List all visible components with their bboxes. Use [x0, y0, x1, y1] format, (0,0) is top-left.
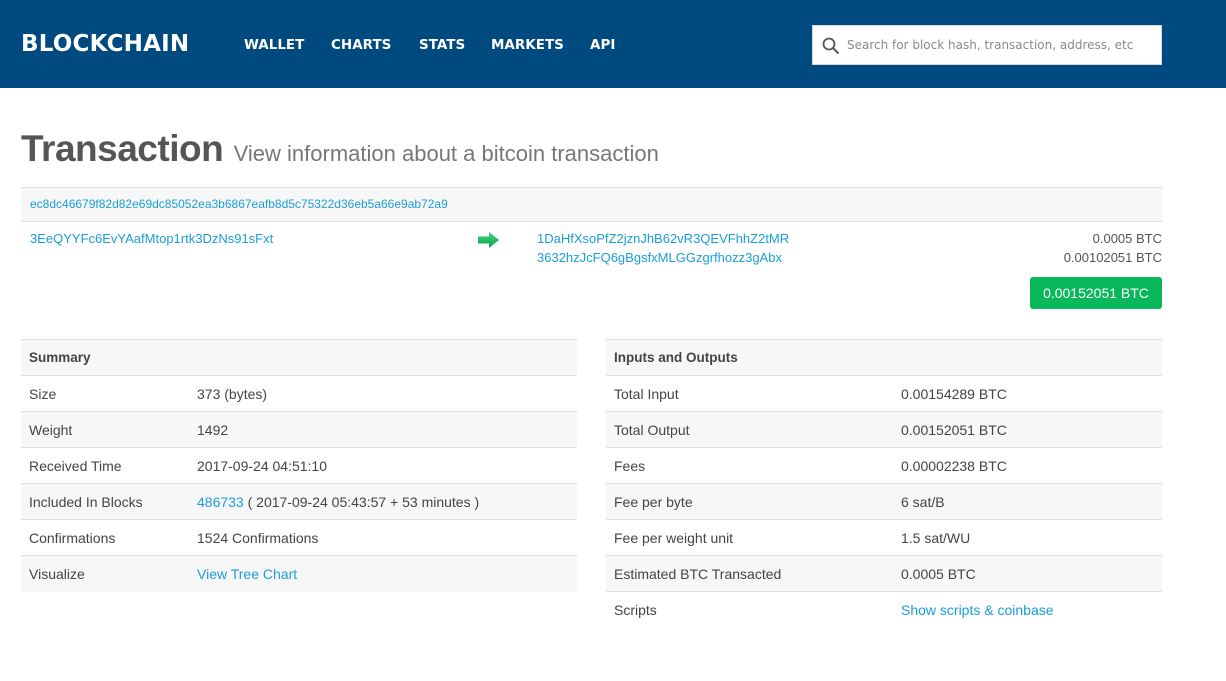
- inputs-outputs-table: Inputs and Outputs Total Input 0.0015428…: [606, 339, 1162, 628]
- tx-hash-row: ec8dc46679f82d82e69dc85052ea3b6867eafb8d…: [21, 187, 1162, 222]
- row-value: 0.00152051 BTC: [901, 421, 1007, 438]
- top-navbar: BLOCKCHAIN WALLET CHARTS STATS MARKETS A…: [0, 0, 1226, 88]
- table-row: Included In Blocks 486733 ( 2017-09-24 0…: [21, 483, 577, 520]
- view-tree-chart-link[interactable]: View Tree Chart: [197, 566, 297, 582]
- nav-item-api[interactable]: API: [590, 35, 615, 55]
- row-label: Visualize: [29, 565, 85, 582]
- row-label: Fee per byte: [614, 493, 693, 510]
- brand-logo[interactable]: BLOCKCHAIN: [21, 29, 189, 59]
- row-value: 0.00154289 BTC: [901, 385, 1007, 402]
- row-label: Scripts: [614, 601, 657, 618]
- row-value: 1492: [197, 421, 229, 438]
- table-row: Estimated BTC Transacted 0.0005 BTC: [606, 555, 1162, 592]
- table-row: Fees 0.00002238 BTC: [606, 447, 1162, 484]
- row-label: Total Output: [614, 421, 690, 438]
- nav-item-markets[interactable]: MARKETS: [491, 35, 564, 55]
- table-row: Visualize View Tree Chart: [21, 555, 577, 592]
- output-amount: 0.00102051 BTC: [1063, 250, 1162, 265]
- page-title: Transaction View information about a bit…: [21, 128, 659, 170]
- inputs-outputs-heading: Inputs and Outputs: [614, 350, 738, 365]
- nav-item-wallet[interactable]: WALLET: [244, 35, 304, 55]
- total-output-badge: 0.00152051 BTC: [1030, 277, 1162, 309]
- summary-table: Summary Size 373 (bytes) Weight 1492 Rec…: [21, 339, 577, 592]
- row-label: Confirmations: [29, 529, 116, 546]
- table-row: Received Time 2017-09-24 04:51:10: [21, 447, 577, 484]
- table-row: Confirmations 1524 Confirmations: [21, 519, 577, 556]
- page-subtitle: View information about a bitcoin transac…: [233, 141, 659, 166]
- search-input[interactable]: [847, 26, 1157, 64]
- row-label: Included In Blocks: [29, 493, 143, 510]
- output-address-link[interactable]: 3632hzJcFQ6gBgsfxMLGGzgrfhozz3gAbx: [537, 250, 782, 265]
- row-value: 1.5 sat/WU: [901, 529, 971, 546]
- row-label: Size: [29, 385, 57, 402]
- row-value: 6 sat/B: [901, 493, 945, 510]
- nav-item-charts[interactable]: CHARTS: [331, 35, 391, 55]
- table-row: Size 373 (bytes): [21, 375, 577, 412]
- row-value: 0.0005 BTC: [901, 565, 976, 582]
- table-row: Scripts Show scripts & coinbase: [606, 591, 1162, 628]
- table-row: Total Input 0.00154289 BTC: [606, 375, 1162, 412]
- table-header-row: Summary: [21, 339, 577, 376]
- table-row: Weight 1492: [21, 411, 577, 448]
- row-label: Received Time: [29, 457, 122, 474]
- table-row: Fee per weight unit 1.5 sat/WU: [606, 519, 1162, 556]
- block-time: ( 2017-09-24 05:43:57 + 53 minutes ): [243, 493, 480, 510]
- nav-item-stats[interactable]: STATS: [419, 35, 465, 55]
- row-label: Fee per weight unit: [614, 529, 734, 546]
- row-label: Weight: [29, 421, 73, 438]
- table-row: Total Output 0.00152051 BTC: [606, 411, 1162, 448]
- block-link[interactable]: 486733: [197, 494, 244, 510]
- show-scripts-link[interactable]: Show scripts & coinbase: [901, 602, 1054, 618]
- row-label: Fees: [614, 457, 646, 474]
- output-address-link[interactable]: 1DaHfXsoPfZ2jznJhB62vR3QEVFhhZ2tMR: [537, 231, 789, 246]
- row-value: 0.00002238 BTC: [901, 457, 1007, 474]
- arrow-right-icon: [478, 232, 499, 248]
- search-box: [812, 25, 1162, 65]
- page-title-main: Transaction: [21, 128, 224, 169]
- row-label: Estimated BTC Transacted: [614, 565, 782, 582]
- table-row: Fee per byte 6 sat/B: [606, 483, 1162, 520]
- row-value: 373 (bytes): [197, 385, 268, 402]
- table-header-row: Inputs and Outputs: [606, 339, 1162, 376]
- row-value: Show scripts & coinbase: [893, 592, 1162, 628]
- row-label: Total Input: [614, 385, 679, 402]
- output-amount: 0.0005 BTC: [1092, 231, 1162, 246]
- summary-heading: Summary: [29, 350, 91, 365]
- row-value: View Tree Chart: [189, 556, 577, 592]
- row-value: 1524 Confirmations: [197, 529, 319, 546]
- input-address-link[interactable]: 3EeQYYFc6EvYAafMtop1rtk3DzNs91sFxt: [30, 231, 273, 246]
- row-value: 2017-09-24 04:51:10: [197, 457, 327, 474]
- row-value: 486733 ( 2017-09-24 05:43:57 + 53 minute…: [189, 484, 577, 520]
- search-icon[interactable]: [821, 36, 841, 56]
- tx-hash-link[interactable]: ec8dc46679f82d82e69dc85052ea3b6867eafb8d…: [30, 197, 448, 211]
